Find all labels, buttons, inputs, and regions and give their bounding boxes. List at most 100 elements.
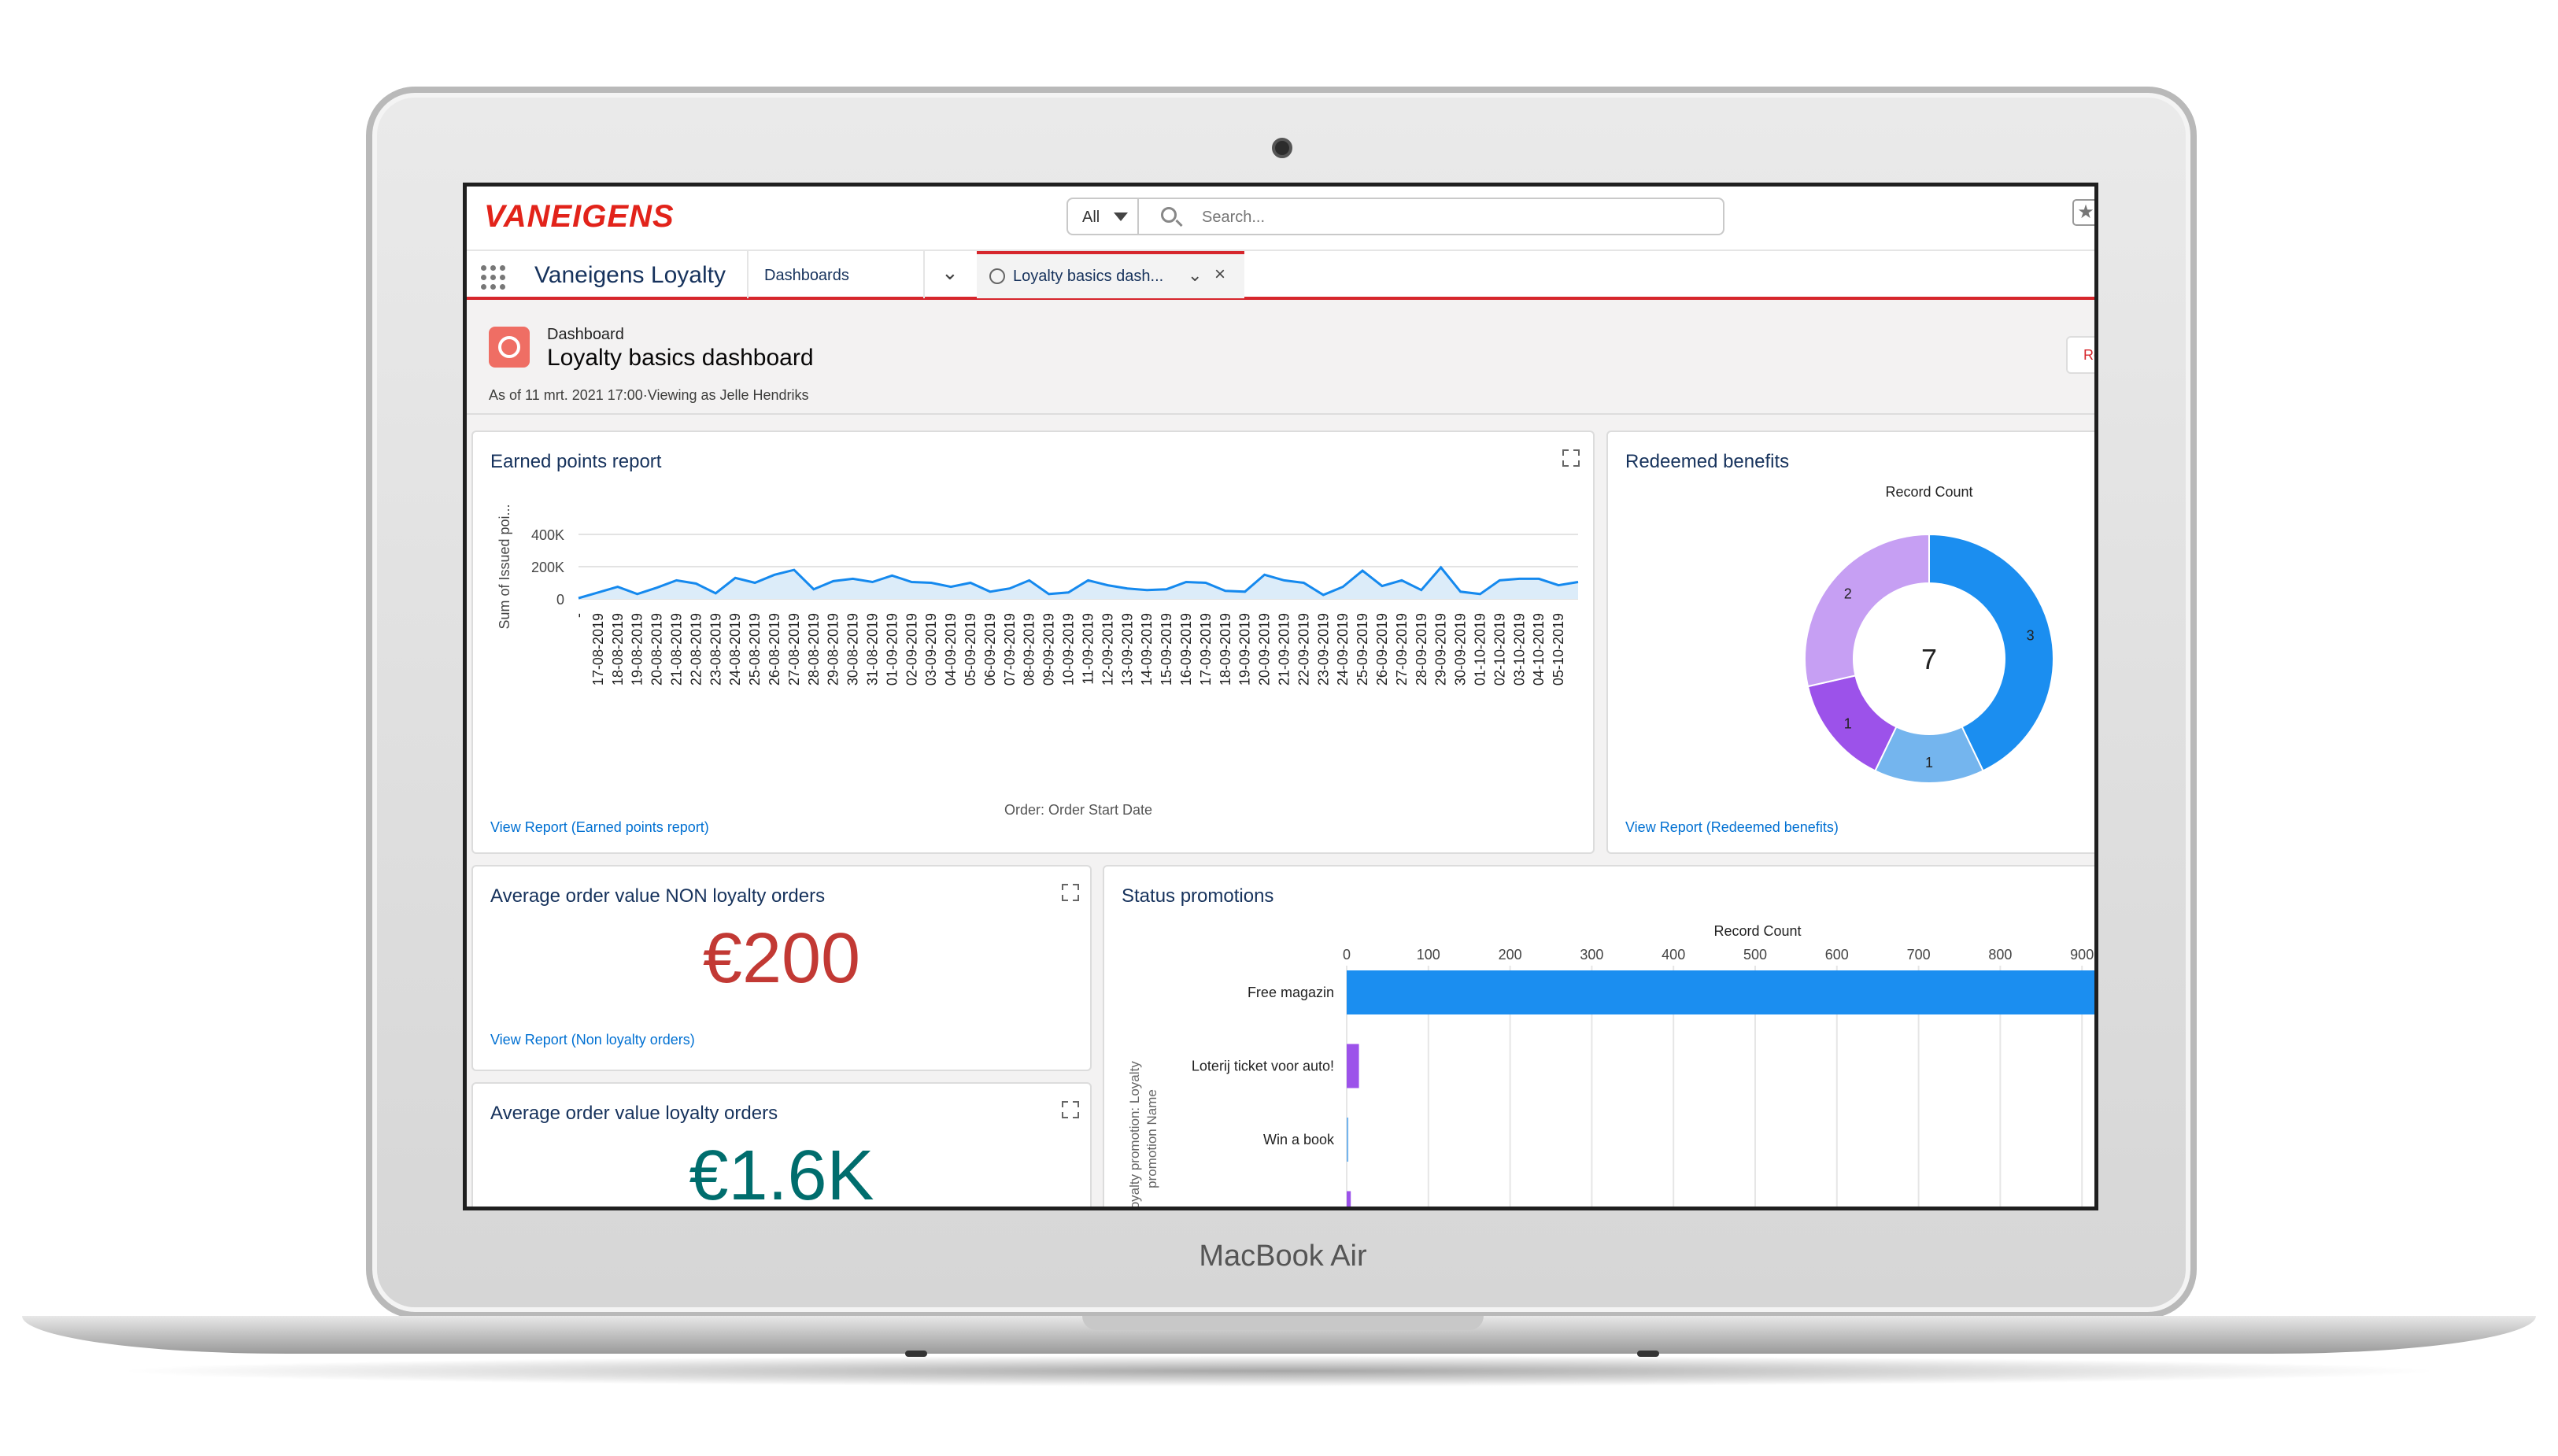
avg-order-non-loyalty-card: Average order value NON loyalty orders €… <box>471 865 1092 1071</box>
expand-icon[interactable] <box>1062 884 1079 901</box>
x-tick-label: 200 <box>1499 947 1522 963</box>
x-tick-label: 17-09-2019 <box>1198 613 1214 686</box>
nav-divider <box>747 251 749 298</box>
x-tick-label: 800 <box>1988 947 2012 963</box>
x-tick-label: 21-08-2019 <box>669 613 685 686</box>
x-tick-label: 25-09-2019 <box>1355 613 1370 686</box>
x-tick-label: 22-09-2019 <box>1296 613 1311 686</box>
status-promotions-card: Status promotions Record Count 0 100 200 300… <box>1103 865 2094 1211</box>
x-tick-label: 20-08-2019 <box>649 613 665 686</box>
slice-label: 3 <box>2027 628 2035 644</box>
card-title: Average order value loyalty orders <box>490 1103 778 1124</box>
x-tick-label: 600 <box>1825 947 1849 963</box>
laptop-notch <box>1082 1316 1484 1330</box>
refresh-button[interactable]: Re <box>2066 336 2094 374</box>
caret-down-icon <box>1114 212 1128 221</box>
x-tick-label: 15-09-2019 <box>1159 613 1174 686</box>
app-name: Vaneigens Loyalty <box>534 262 726 288</box>
x-tick-label: 18-08-2019 <box>610 613 626 686</box>
x-tick-label: 100 <box>1417 947 1440 963</box>
x-tick-label: 30-09-2019 <box>1453 613 1469 686</box>
x-tick-label: 27-09-2019 <box>1394 613 1410 686</box>
x-tick-label: 900 <box>2070 947 2094 963</box>
x-tick-label: 26-08-2019 <box>767 613 782 686</box>
chart-title: Record Count <box>1713 923 1801 939</box>
nav-item-dashboards[interactable]: Dashboards <box>764 267 849 285</box>
x-tick-label: 21-09-2019 <box>1276 613 1292 686</box>
earned-points-chart: 0 200K 400K Sum of Issued poi... -17-08-2019… <box>497 504 1579 818</box>
metric-value: €200 <box>702 919 861 998</box>
dashboard-subtitle: As of 11 mrt. 2021 17:00·Viewing as Jell… <box>489 387 809 403</box>
view-report-link[interactable]: View Report (Non loyalty orders) <box>490 1032 695 1048</box>
redeemed-benefits-donut: Record Count 3 1 1 2 7 <box>1804 484 2054 784</box>
y-axis-label: Loyalty promotion: Loyalty <box>1127 1061 1142 1210</box>
view-report-link[interactable]: View Report (Redeemed benefits) <box>1625 819 1839 836</box>
x-tick-label: - <box>571 613 586 618</box>
x-tick-label: 27-08-2019 <box>786 613 802 686</box>
category-label: Win a car <box>1274 1206 1334 1211</box>
chevron-down-icon[interactable]: ⌄ <box>941 261 959 285</box>
x-tick-label: 12-09-2019 <box>1100 613 1115 686</box>
close-icon[interactable]: × <box>1214 264 1225 286</box>
card-title: Redeemed benefits <box>1625 451 1790 472</box>
y-tick-label: 0 <box>556 592 564 608</box>
x-tick-label: 05-09-2019 <box>963 613 978 686</box>
x-tick-label: 10-09-2019 <box>1061 613 1077 686</box>
camera-icon <box>1272 138 1292 158</box>
status-promotions-chart: Record Count 0 100 200 300 400 500 600 700 800 900… <box>1127 923 2094 1211</box>
laptop-shadow <box>110 1355 2448 1387</box>
metric-value: €1.6K <box>689 1136 874 1210</box>
search-input[interactable] <box>1202 207 1674 227</box>
x-tick-label: 05-10-2019 <box>1551 613 1566 686</box>
x-tick-label: 26-09-2019 <box>1374 613 1390 686</box>
chart-title: Record Count <box>1885 484 1972 500</box>
expand-icon[interactable] <box>1062 1101 1079 1118</box>
x-tick-label: 19-08-2019 <box>630 613 645 686</box>
y-axis-label: promotion Name <box>1144 1089 1159 1188</box>
x-tick-label: 500 <box>1743 947 1767 963</box>
bar <box>1347 1118 1349 1162</box>
donut-total: 7 <box>1921 643 1937 675</box>
x-tick-label: 23-09-2019 <box>1315 613 1331 686</box>
x-tick-label: 13-09-2019 <box>1119 613 1135 686</box>
x-tick-label: 23-08-2019 <box>708 613 723 686</box>
x-tick-label: 24-09-2019 <box>1335 613 1351 686</box>
x-tick-label: 03-09-2019 <box>923 613 939 686</box>
category-label: Win a book <box>1263 1132 1335 1147</box>
dashboard-icon <box>489 327 530 368</box>
tab-loyalty-basics-dashboard[interactable]: Loyalty basics dash... ⌄ × <box>977 251 1244 298</box>
chevron-down-icon[interactable]: ⌄ <box>1188 265 1202 286</box>
x-tick-label: 31-08-2019 <box>865 613 881 686</box>
x-tick-label: 04-09-2019 <box>943 613 959 686</box>
bar <box>1347 970 2094 1014</box>
tab-label: Loyalty basics dash... <box>1013 268 1164 285</box>
x-tick-label: 22-08-2019 <box>688 613 704 686</box>
app-launcher-icon[interactable] <box>481 265 506 290</box>
redeemed-benefits-card: Redeemed benefits Record Count 3 1 1 2 7 View… <box>1606 431 2094 854</box>
x-tick-label: 28-09-2019 <box>1414 613 1429 686</box>
expand-icon[interactable] <box>1562 449 1580 467</box>
avg-order-loyalty-card: Average order value loyalty orders €1.6K <box>471 1082 1092 1210</box>
search-scope-dropdown[interactable]: All <box>1068 199 1139 234</box>
x-tick-label: 01-09-2019 <box>884 613 900 686</box>
x-tick-label: 16-09-2019 <box>1178 613 1194 686</box>
x-tick-label: 03-10-2019 <box>1511 613 1527 686</box>
x-tick-label: 400 <box>1662 947 1685 963</box>
screen: VANEIGENS All ★ Vaneigens Loyalty Dashbo… <box>463 183 2098 1210</box>
x-tick-label: 04-10-2019 <box>1531 613 1547 686</box>
laptop-foot <box>905 1351 927 1357</box>
y-tick-label: 200K <box>531 560 564 575</box>
device-label: MacBook Air <box>1199 1240 1367 1273</box>
x-tick-label: 28-08-2019 <box>806 613 822 686</box>
search-scope-label: All <box>1082 209 1100 226</box>
global-header: VANEIGENS All ★ <box>467 187 2094 249</box>
x-tick-label: 0 <box>1343 947 1351 963</box>
x-tick-label: 07-09-2019 <box>1002 613 1018 686</box>
view-report-link[interactable]: View Report (Earned points report) <box>490 819 709 836</box>
bar <box>1347 1044 1359 1088</box>
slice-label: 2 <box>1844 586 1852 602</box>
favorites-star-icon[interactable]: ★ <box>2072 199 2094 226</box>
x-axis-label: Order: Order Start Date <box>1004 802 1152 818</box>
brand-logo[interactable]: VANEIGENS <box>484 199 675 235</box>
category-label: Free magazin <box>1248 985 1334 1000</box>
